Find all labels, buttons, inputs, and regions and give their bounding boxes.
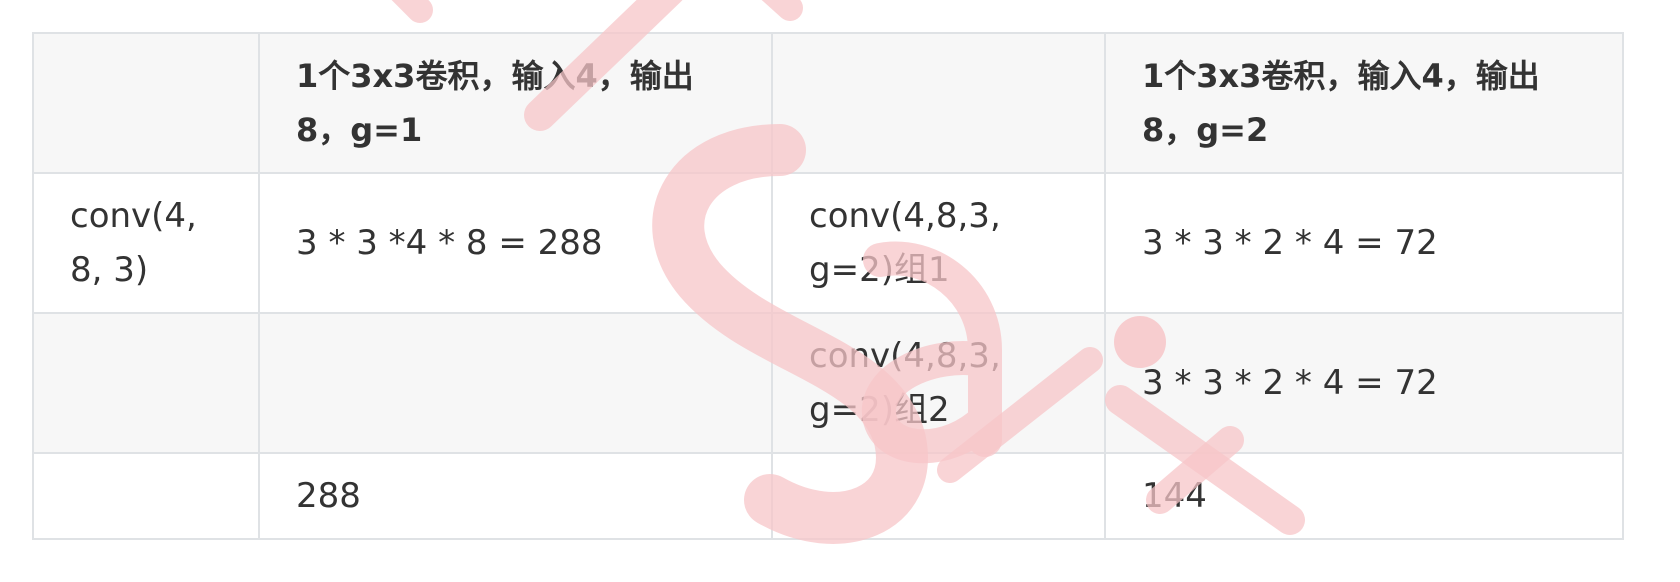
table-header-row: 1个3x3卷积，输入4，输出8，g=1 1个3x3卷积，输入4，输出8，g=2 [32, 32, 1624, 174]
row1-group-label-cell: conv(4,8,3, g=2)组1 [771, 172, 1106, 314]
total-empty-cell [771, 452, 1106, 540]
row2-label-cell [32, 312, 260, 454]
header-cell-g2: 1个3x3卷积，输入4，输出8，g=2 [1104, 32, 1624, 174]
table-row: conv(4,8,3, g=2)组2 3 * 3 * 2 * 4 = 72 [32, 312, 1624, 454]
total-g2-cell: 144 [1104, 452, 1624, 540]
header-cell-empty-1 [32, 32, 260, 174]
row2-g1-calc-cell [258, 312, 773, 454]
header-cell-g1: 1个3x3卷积，输入4，输出8，g=1 [258, 32, 773, 174]
comparison-table-container: 1个3x3卷积，输入4，输出8，g=1 1个3x3卷积，输入4，输出8，g=2 … [32, 32, 1624, 540]
watermark-stroke [761, 0, 803, 21]
row1-g1-calc-cell: 3 * 3 *4 * 8 = 288 [258, 172, 773, 314]
total-g1-cell: 288 [258, 452, 773, 540]
row2-g2-calc-cell: 3 * 3 * 2 * 4 = 72 [1104, 312, 1624, 454]
watermark-stroke [391, 0, 433, 23]
row2-group-label-cell: conv(4,8,3, g=2)组2 [771, 312, 1106, 454]
table-row: conv(4, 8, 3) 3 * 3 *4 * 8 = 288 conv(4,… [32, 172, 1624, 314]
total-label-cell [32, 452, 260, 540]
table-row: 288 144 [32, 452, 1624, 540]
header-cell-empty-3 [771, 32, 1106, 174]
row1-g2-calc-cell: 3 * 3 * 2 * 4 = 72 [1104, 172, 1624, 314]
row1-label-cell: conv(4, 8, 3) [32, 172, 260, 314]
conv-param-comparison-table: 1个3x3卷积，输入4，输出8，g=1 1个3x3卷积，输入4，输出8，g=2 … [32, 32, 1624, 540]
